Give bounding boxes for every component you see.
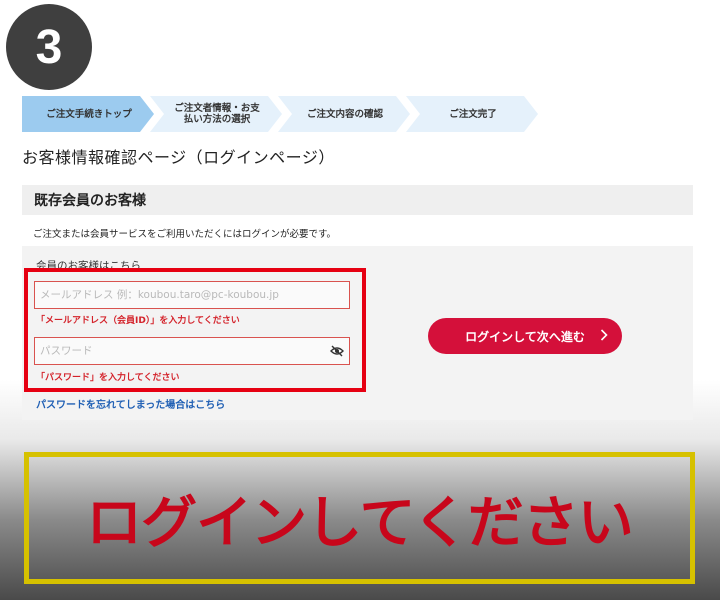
checkout-progress-steps: ご注文手続きトップ ご注文者情報・お支払い方法の選択 ご注文内容の確認 ご注文完… [22, 96, 542, 132]
step-order-top: ご注文手続きトップ [22, 96, 154, 132]
step-label: ご注文手続きトップ [46, 108, 132, 120]
step-customer-info-payment: ご注文者情報・お支払い方法の選択 [150, 96, 282, 132]
chevron-right-icon [600, 329, 608, 341]
forgot-password-link[interactable]: パスワードを忘れてしまった場合はこちら [36, 396, 225, 411]
step-label: ご注文者情報・お支払い方法の選択 [174, 103, 260, 125]
login-required-notice: ご注文または会員サービスをご利用いただくにはログインが必要です。 [33, 229, 337, 240]
step-label: ご注文内容の確認 [306, 108, 383, 120]
banner-text: ログインしてください [86, 490, 634, 556]
login-button-label: ログインして次へ進む [465, 329, 585, 344]
instruction-banner: ログインしてください [24, 452, 695, 584]
section-heading: 既存会員のお客様 [22, 185, 693, 215]
step-number-badge: 3 [6, 4, 92, 90]
login-next-button[interactable]: ログインして次へ進む [428, 318, 622, 354]
page-title: お客様情報確認ページ（ログインページ） [22, 148, 335, 167]
step-order-confirm: ご注文内容の確認 [278, 96, 410, 132]
highlight-frame [24, 268, 366, 392]
step-label: ご注文完了 [449, 108, 497, 120]
step-order-complete: ご注文完了 [406, 96, 538, 132]
